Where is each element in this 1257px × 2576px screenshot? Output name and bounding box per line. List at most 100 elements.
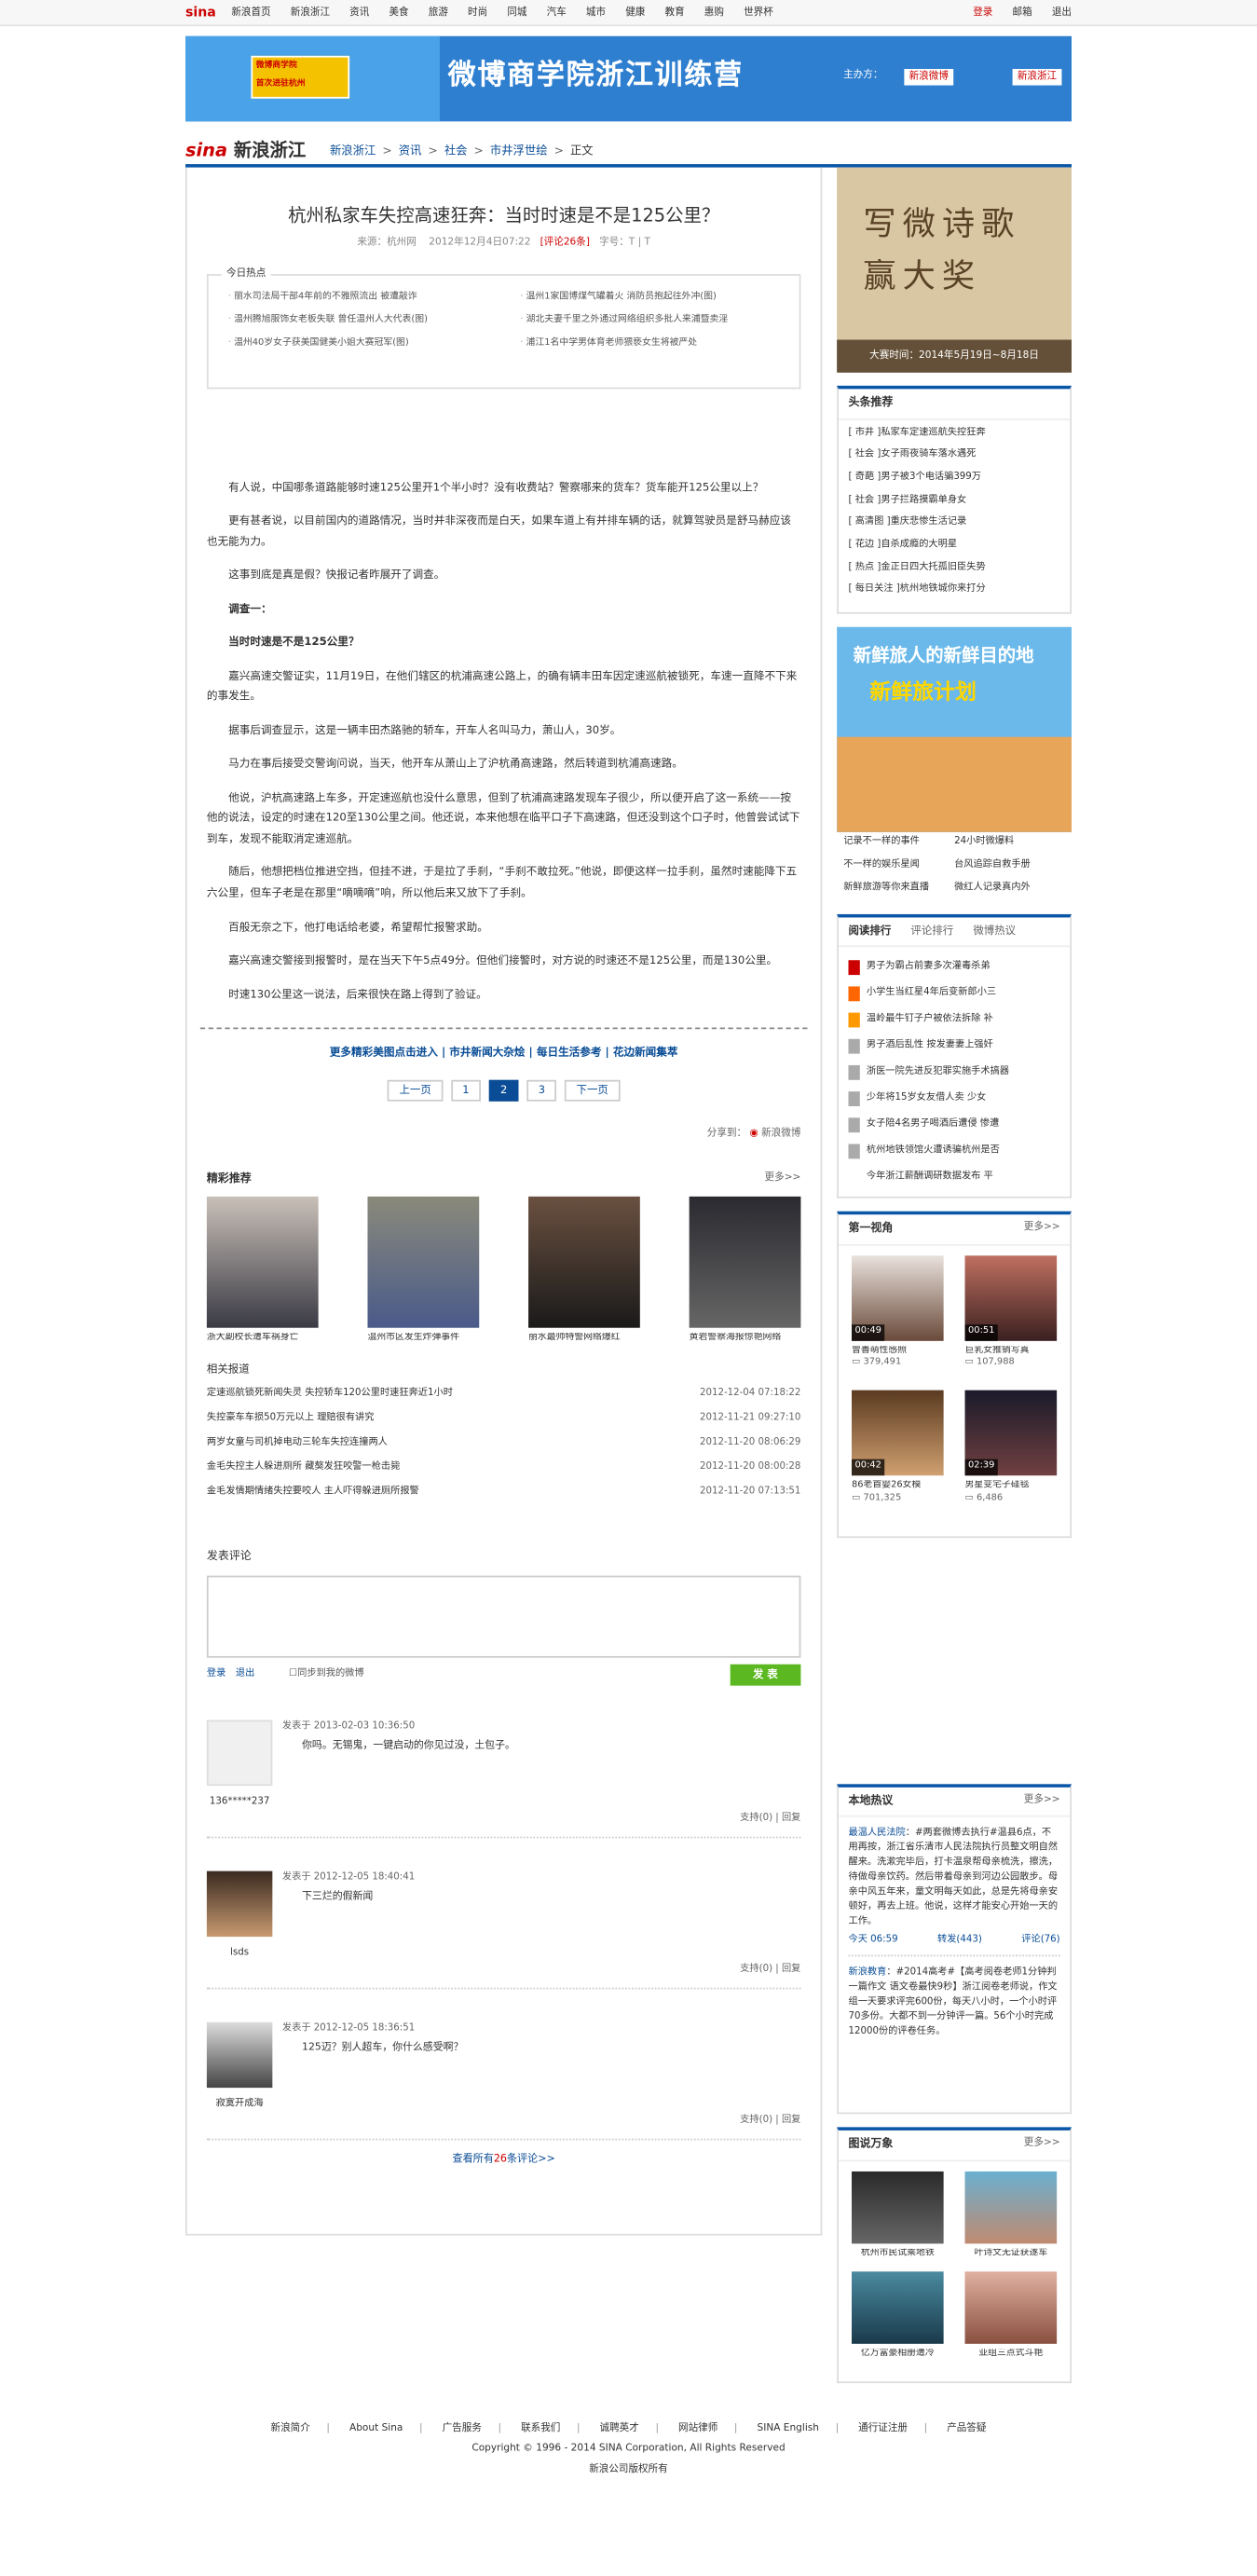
related-row[interactable]: 金毛发情期情绪失控要咬人 主人吓得躲进厕所报警 2012-11-20 07:13:…	[207, 1486, 801, 1510]
ad-link[interactable]: 新鲜旅游等你来直播	[843, 882, 954, 905]
comment-login-link[interactable]: 登录	[207, 1669, 225, 1679]
headline-link[interactable]: [ 高清图 ]重庆悲惨生活记录	[848, 515, 1059, 538]
rank-item[interactable]: 小学生当红星4年后变新郎小三	[848, 980, 1059, 1007]
rank-item[interactable]: 女子陪4名男子喝酒后遭侵 惨遭	[848, 1111, 1059, 1137]
ad-link[interactable]: 24小时微爆料	[954, 835, 1065, 858]
local-hot-repost[interactable]: 转发(443)	[937, 1934, 982, 1949]
footer-link[interactable]: 产品答疑	[947, 2422, 986, 2433]
rank-item[interactable]: 少年将15岁女友借人卖 少女	[848, 1085, 1059, 1111]
avatar[interactable]	[206, 2021, 273, 2088]
ad-link[interactable]: 台风追踪自救手册	[954, 858, 1065, 882]
rank-item[interactable]: 男子酒后乱性 按发妻妻上强奸	[848, 1033, 1059, 1059]
hot-link[interactable]: 温州40岁女子获美国健美小姐大赛冠军(图)	[228, 337, 428, 361]
banner-ad[interactable]: 微博商学院 首次进驻杭州 微博商学院浙江训练营 主办方： 新浪微博 新浪浙江	[185, 35, 1072, 122]
font-size-toggle[interactable]: 字号：T | T	[599, 237, 650, 248]
hot-link[interactable]: 浦江1名中学男体育老师猥亵女生将被严处	[520, 337, 728, 361]
related-row[interactable]: 定速巡航锁死新闻失灵 失控轿车120公里时速狂奔近1小时 2012-12-04 0…	[207, 1387, 801, 1411]
breadcrumb-item[interactable]: 新浪浙江	[330, 144, 376, 160]
poetry-contest-ad[interactable]: 写微诗歌 赢大奖 大赛时间：2014年5月19日~8月18日	[837, 167, 1072, 373]
recommend-caption[interactable]: 浙大副校长遭车祸身亡	[207, 1334, 319, 1347]
footer-link[interactable]: 网站律师	[678, 2422, 717, 2433]
video-item[interactable]: 00:42 86老首婴26女模 ▭ 701,325	[852, 1391, 944, 1506]
breadcrumb-item[interactable]: 资讯	[399, 144, 422, 160]
video-caption[interactable]: 男星变宅子硅毯	[965, 1481, 1058, 1494]
recommend-item[interactable]: 丽水最帅特警网络爆红	[528, 1197, 640, 1346]
hot-link[interactable]: 温州腾旭服饰女老板失联 曾任温州人大代表(图)	[228, 315, 428, 338]
video-item[interactable]: 02:39 男星变宅子硅毯 ▭ 6,486	[964, 1391, 1058, 1506]
video-thumb[interactable]: 00:51	[964, 1254, 1058, 1341]
recommend-image[interactable]	[689, 1197, 801, 1329]
recommend-image[interactable]	[528, 1197, 640, 1329]
recommend-image[interactable]	[206, 1197, 319, 1329]
related-row[interactable]: 金毛失控主人躲进厕所 藏獒发狂咬警一枪击毙 2012-11-20 08:00:28	[207, 1461, 801, 1486]
headline-link[interactable]: [ 热点 ]金正日四大托孤旧臣失势	[848, 561, 1059, 583]
nav-item[interactable]: 城市	[586, 7, 606, 21]
recommend-caption[interactable]: 丽水最帅特警网络爆红	[528, 1334, 640, 1347]
avatar[interactable]	[206, 1870, 273, 1937]
nav-item[interactable]: 汽车	[547, 7, 567, 21]
tab-weibo-hot[interactable]: 微博热议	[973, 925, 1016, 939]
picture-thumb[interactable]	[964, 2270, 1058, 2344]
recommend-item[interactable]: 黄岩警察海报惊艳网络	[689, 1197, 801, 1346]
picture-thumb[interactable]	[964, 2171, 1058, 2244]
nav-item[interactable]: 旅游	[429, 7, 448, 21]
nav-item[interactable]: 新浪浙江	[291, 7, 330, 21]
login-link[interactable]: 登录	[973, 7, 992, 21]
comment-user[interactable]: 寂寞开成海	[207, 2097, 272, 2110]
local-hot-more-link[interactable]: 更多>>	[1024, 1794, 1060, 1810]
nav-item[interactable]: 美食	[389, 7, 408, 21]
local-hot-user[interactable]: 最温人民法院	[848, 1829, 905, 1840]
recommend-more-link[interactable]: 更多>>	[765, 1172, 801, 1187]
footer-link[interactable]: 新浪简介	[270, 2422, 309, 2433]
local-hot-comment[interactable]: 评论(76)	[1021, 1934, 1059, 1949]
video-item[interactable]: 00:51 巨乳女推销写真 ▭ 107,988	[964, 1254, 1058, 1371]
rank-item[interactable]: 男子为霸占前妻多次灌毒杀弟	[848, 953, 1059, 980]
article-source[interactable]: 杭州网	[387, 237, 417, 248]
all-comments-link[interactable]: 查看所有26条评论>>	[187, 2153, 821, 2168]
picture-item[interactable]: 亿万富豪相册遭冷	[852, 2270, 944, 2362]
tab-comment-rank[interactable]: 评论排行	[910, 925, 953, 939]
comment-logout-link[interactable]: 退出	[236, 1669, 254, 1679]
pictures-more-link[interactable]: 更多>>	[1024, 2138, 1060, 2154]
headline-link[interactable]: [ 每日关注 ]杭州地铁城你来打分	[848, 583, 1059, 606]
video-item[interactable]: 00:49 曾善萌性感照 ▭ 379,491	[852, 1254, 944, 1371]
picture-caption[interactable]: 叶诗文无证获遂车	[965, 2249, 1058, 2262]
page-2-button[interactable]: 2	[488, 1080, 519, 1103]
picture-item[interactable]: 叶诗文无证获遂车	[964, 2171, 1058, 2262]
logout-link[interactable]: 退出	[1052, 7, 1072, 21]
local-hot-time[interactable]: 今天 06:59	[848, 1934, 897, 1949]
picture-item[interactable]: 杭州市民试乘地铁	[852, 2171, 944, 2262]
headline-link[interactable]: [ 奇葩 ]男子被3个电话骗399万	[848, 471, 1059, 493]
recommend-caption[interactable]: 温州市区发生炸弹事件	[367, 1334, 479, 1347]
headline-link[interactable]: [ 社会 ]男子拦路摸霸单身女	[848, 493, 1059, 515]
site-logo[interactable]: sina 新浪浙江	[185, 138, 306, 163]
picture-caption[interactable]: 亚组三点式斗艳	[965, 2349, 1058, 2362]
prev-page-button[interactable]: 上一页	[388, 1080, 444, 1103]
submit-comment-button[interactable]: 发 表	[730, 1664, 801, 1686]
breadcrumb-item[interactable]: 市井浮世绘	[490, 144, 548, 160]
footer-link[interactable]: 通行证注册	[858, 2422, 908, 2433]
next-page-button[interactable]: 下一页	[565, 1080, 621, 1103]
headline-link[interactable]: [ 市井 ]私家车定速巡航失控狂奔	[848, 426, 1059, 448]
hot-link[interactable]: 湖北夫妻千里之外通过网络组织多批人来浦暨卖淫	[520, 315, 729, 338]
video-thumb[interactable]: 02:39	[964, 1391, 1058, 1476]
nav-item[interactable]: 时尚	[468, 7, 487, 21]
hot-link[interactable]: 温州1家国博煤气罐着火 消防员抱起往外冲(图)	[520, 292, 728, 315]
video-caption[interactable]: 巨乳女推销写真	[965, 1345, 1058, 1358]
recommend-item[interactable]: 温州市区发生炸弹事件	[367, 1197, 480, 1347]
picture-caption[interactable]: 杭州市民试乘地铁	[852, 2249, 944, 2262]
video-thumb[interactable]: 00:42	[852, 1391, 944, 1476]
mail-link[interactable]: 邮箱	[1013, 7, 1032, 21]
nav-item[interactable]: 惠购	[704, 7, 724, 21]
ad-link[interactable]: 记录不一样的事件	[843, 835, 954, 858]
comment-actions[interactable]: 支持(0) | 回复	[740, 1812, 800, 1825]
nav-item[interactable]: 教育	[665, 7, 685, 21]
rank-item[interactable]: 温岭最牛钉子户被依法拆除 补	[848, 1007, 1059, 1033]
comment-actions[interactable]: 支持(0) | 回复	[740, 1963, 800, 1976]
comment-user[interactable]: 136*****237	[207, 1795, 272, 1808]
picture-thumb[interactable]	[852, 2171, 944, 2244]
video-thumb[interactable]: 00:49	[852, 1254, 944, 1341]
ad-link[interactable]: 微红人记录真内外	[954, 882, 1065, 905]
related-row[interactable]: 失控豪车车损50万元以上 理赔很有讲究 2012-11-21 09:27:10	[207, 1412, 801, 1436]
recommend-image[interactable]	[367, 1197, 480, 1329]
